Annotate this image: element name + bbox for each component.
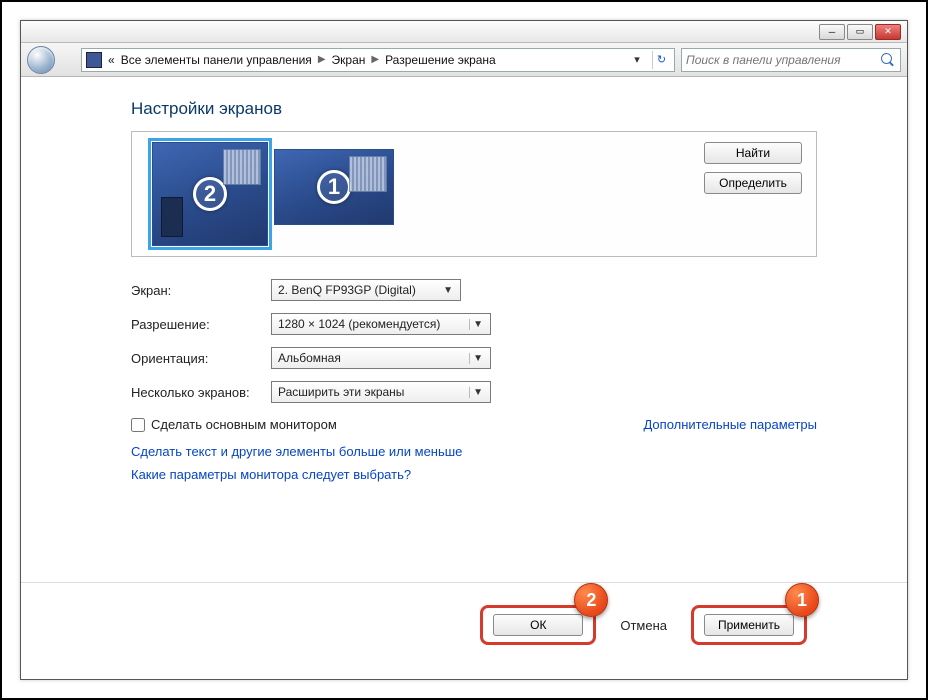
window-titlebar: ─ ▭ ✕ (21, 21, 907, 43)
chevron-down-icon: ▼ (469, 387, 486, 398)
search-box[interactable] (681, 48, 901, 72)
page-content: Настройки экранов 2 1 Найти Определить Э… (21, 77, 907, 679)
navigation-bar: « Все элементы панели управления ▶ Экран… (21, 43, 907, 77)
ok-button[interactable]: ОК (493, 614, 583, 636)
breadcrumb-item-display[interactable]: Экран (332, 53, 366, 67)
display-arrangement-box[interactable]: 2 1 Найти Определить (131, 131, 817, 257)
breadcrumb-item-resolution[interactable]: Разрешение экрана (385, 53, 496, 67)
maximize-button[interactable]: ▭ (847, 24, 873, 40)
orientation-label: Ориентация: (131, 351, 271, 366)
monitor-decor-icon (161, 197, 183, 237)
search-input[interactable] (686, 53, 880, 67)
nav-back-forward[interactable] (27, 46, 75, 74)
make-primary-checkbox-input[interactable] (131, 418, 145, 432)
which-settings-link[interactable]: Какие параметры монитора следует выбрать… (131, 467, 817, 482)
monitor-number-badge: 1 (317, 170, 351, 204)
monitor-previews[interactable]: 2 1 (152, 142, 394, 246)
chevron-right-icon: ▶ (318, 54, 326, 65)
callout-badge-1: 1 (785, 583, 819, 617)
chevron-down-icon: ▼ (469, 319, 486, 330)
search-icon[interactable] (880, 52, 896, 68)
monitor-decor-icon (349, 156, 387, 192)
multi-displays-label: Несколько экранов: (131, 385, 271, 400)
chevron-down-icon: ▼ (440, 285, 456, 296)
refresh-icon[interactable]: ↻ (652, 51, 670, 69)
breadcrumb-prefix: « (108, 53, 115, 67)
detect-button[interactable]: Определить (704, 172, 802, 194)
resolution-select[interactable]: 1280 × 1024 (рекомендуется) ▼ (271, 313, 491, 335)
page-title: Настройки экранов (131, 99, 817, 119)
orientation-select[interactable]: Альбомная ▼ (271, 347, 491, 369)
display-settings-form: Экран: 2. BenQ FP93GP (Digital) ▼ Разреш… (131, 279, 817, 403)
advanced-settings-link[interactable]: Дополнительные параметры (643, 417, 817, 432)
multi-displays-value: Расширить эти экраны (278, 385, 404, 399)
multi-displays-select[interactable]: Расширить эти экраны ▼ (271, 381, 491, 403)
make-primary-label: Сделать основным монитором (151, 417, 337, 432)
dialog-footer: 2 ОК Отмена 1 Применить (21, 605, 907, 645)
chevron-right-icon: ▶ (371, 54, 379, 65)
explorer-window: ─ ▭ ✕ « Все элементы панели управления ▶… (20, 20, 908, 680)
screen-label: Экран: (131, 283, 271, 298)
address-bar[interactable]: « Все элементы панели управления ▶ Экран… (81, 48, 675, 72)
chevron-down-icon: ▼ (469, 353, 486, 364)
monitor-decor-icon (223, 149, 261, 185)
breadcrumb-item-all[interactable]: Все элементы панели управления (121, 53, 312, 67)
close-button[interactable]: ✕ (875, 24, 901, 40)
control-panel-icon (86, 52, 102, 68)
make-primary-checkbox[interactable]: Сделать основным монитором (131, 417, 337, 432)
resolution-value: 1280 × 1024 (рекомендуется) (278, 317, 440, 331)
screenshot-frame: ─ ▭ ✕ « Все элементы панели управления ▶… (0, 0, 928, 700)
monitor-preview-1[interactable]: 1 (274, 149, 394, 225)
screen-value: 2. BenQ FP93GP (Digital) (278, 283, 416, 297)
find-button[interactable]: Найти (704, 142, 802, 164)
cancel-button[interactable]: Отмена (620, 618, 667, 633)
footer-divider (21, 582, 907, 583)
screen-select[interactable]: 2. BenQ FP93GP (Digital) ▼ (271, 279, 461, 301)
apply-button[interactable]: Применить (704, 614, 794, 636)
resolution-label: Разрешение: (131, 317, 271, 332)
minimize-button[interactable]: ─ (819, 24, 845, 40)
callout-badge-2: 2 (574, 583, 608, 617)
nav-back-icon[interactable] (27, 46, 55, 74)
orientation-value: Альбомная (278, 351, 341, 365)
monitor-number-badge: 2 (193, 177, 227, 211)
address-history-dropdown-icon[interactable]: ▾ (628, 51, 646, 69)
monitor-preview-2[interactable]: 2 (152, 142, 268, 246)
text-size-link[interactable]: Сделать текст и другие элементы больше и… (131, 444, 817, 459)
